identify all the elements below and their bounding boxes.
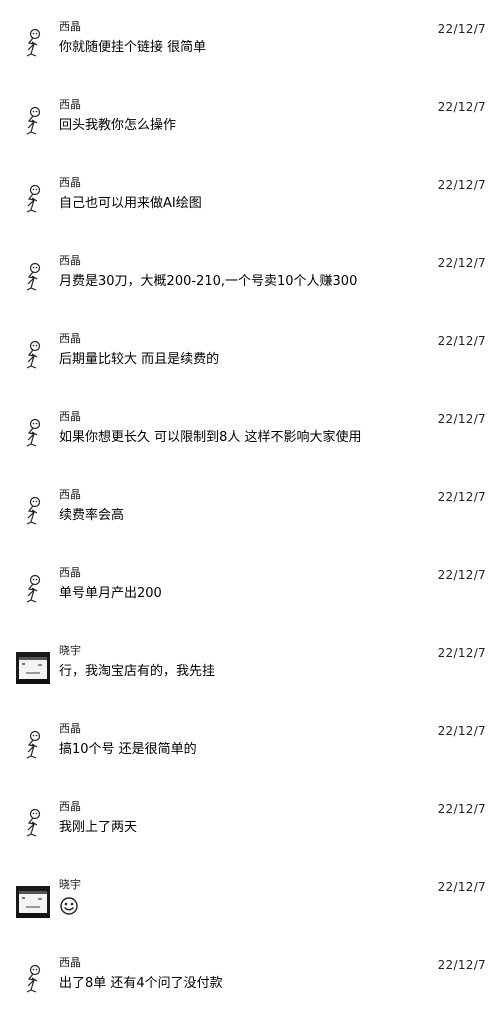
message-timestamp: 22/12/7 [437,412,486,426]
stick-figure-avatar-icon[interactable] [16,260,50,294]
sender-name: 西晶 [59,254,81,267]
chat-message-list: 西晶 22/12/7 你就随便挂个链接 很简单 西晶 22/12/7 回头我教你… [0,0,503,1011]
dark-pixel-avatar-icon[interactable] [16,884,50,918]
sender-name: 西晶 [59,800,81,813]
message-text: 我刚上了两天 [59,820,138,835]
chat-message[interactable]: 西晶 22/12/7 出了8单 还有4个问了没付款 [0,956,503,1016]
stick-figure-avatar-icon[interactable] [16,416,50,450]
stick-figure-avatar-icon[interactable] [16,572,50,606]
message-text: 后期量比较大 而且是续费的 [59,352,220,367]
chat-message[interactable]: 西晶 22/12/7 回头我教你怎么操作 [0,98,503,158]
message-timestamp: 22/12/7 [437,958,486,972]
stick-figure-avatar-icon[interactable] [16,962,50,996]
sender-name: 晓宇 [59,878,81,891]
message-timestamp: 22/12/7 [437,802,486,816]
message-text: 行，我淘宝店有的，我先挂 [59,664,216,679]
message-text: 回头我教你怎么操作 [59,118,177,133]
stick-figure-avatar-icon[interactable] [16,182,50,216]
message-timestamp: 22/12/7 [437,724,486,738]
chat-message[interactable]: 西晶 22/12/7 我刚上了两天 [0,800,503,860]
stick-figure-avatar-icon[interactable] [16,806,50,840]
message-timestamp: 22/12/7 [437,256,486,270]
sender-name: 晓宇 [59,644,81,657]
message-timestamp: 22/12/7 [437,646,486,660]
stick-figure-avatar-icon[interactable] [16,104,50,138]
message-timestamp: 22/12/7 [437,178,486,192]
message-text: 自己也可以用来做AI绘图 [59,196,202,211]
stick-figure-avatar-icon[interactable] [16,728,50,762]
sender-name: 西晶 [59,98,81,111]
message-text: 月费是30刀，大概200-210,一个号卖10个人赚300 [59,274,358,289]
stick-figure-avatar-icon[interactable] [16,494,50,528]
message-timestamp: 22/12/7 [437,490,486,504]
chat-message[interactable]: 西晶 22/12/7 单号单月产出200 [0,566,503,626]
chat-message[interactable]: 西晶 22/12/7 自己也可以用来做AI绘图 [0,176,503,236]
sender-name: 西晶 [59,20,81,33]
message-text: 单号单月产出200 [59,586,162,601]
message-timestamp: 22/12/7 [437,568,486,582]
chat-message[interactable]: 西晶 22/12/7 你就随便挂个链接 很简单 [0,20,503,80]
message-text: 你就随便挂个链接 很简单 [59,40,207,55]
message-timestamp: 22/12/7 [437,880,486,894]
chat-message[interactable]: 西晶 22/12/7 月费是30刀，大概200-210,一个号卖10个人赚300 [0,254,503,314]
stick-figure-avatar-icon[interactable] [16,26,50,60]
chat-message[interactable]: 西晶 22/12/7 续费率会高 [0,488,503,548]
sender-name: 西晶 [59,332,81,345]
chat-message[interactable]: 晓宇 22/12/7 行，我淘宝店有的，我先挂 [0,644,503,704]
message-timestamp: 22/12/7 [437,22,486,36]
sender-name: 西晶 [59,488,81,501]
dark-pixel-avatar-icon[interactable] [16,650,50,684]
message-text: 搞10个号 还是很简单的 [59,742,197,757]
sender-name: 西晶 [59,566,81,579]
message-text: 续费率会高 [59,508,125,523]
message-text: 如果你想更长久 可以限制到8人 这样不影响大家使用 [59,430,362,445]
chat-message[interactable]: 晓宇 22/12/7 [0,878,503,938]
sender-name: 西晶 [59,176,81,189]
message-timestamp: 22/12/7 [437,334,486,348]
message-text: 出了8单 还有4个问了没付款 [59,976,223,991]
stick-figure-avatar-icon[interactable] [16,338,50,372]
chat-message[interactable]: 西晶 22/12/7 搞10个号 还是很简单的 [0,722,503,782]
message-timestamp: 22/12/7 [437,100,486,114]
sender-name: 西晶 [59,956,81,969]
chat-message[interactable]: 西晶 22/12/7 后期量比较大 而且是续费的 [0,332,503,392]
smile-emoji-icon [59,896,79,916]
chat-message[interactable]: 西晶 22/12/7 如果你想更长久 可以限制到8人 这样不影响大家使用 [0,410,503,470]
sender-name: 西晶 [59,722,81,735]
sender-name: 西晶 [59,410,81,423]
